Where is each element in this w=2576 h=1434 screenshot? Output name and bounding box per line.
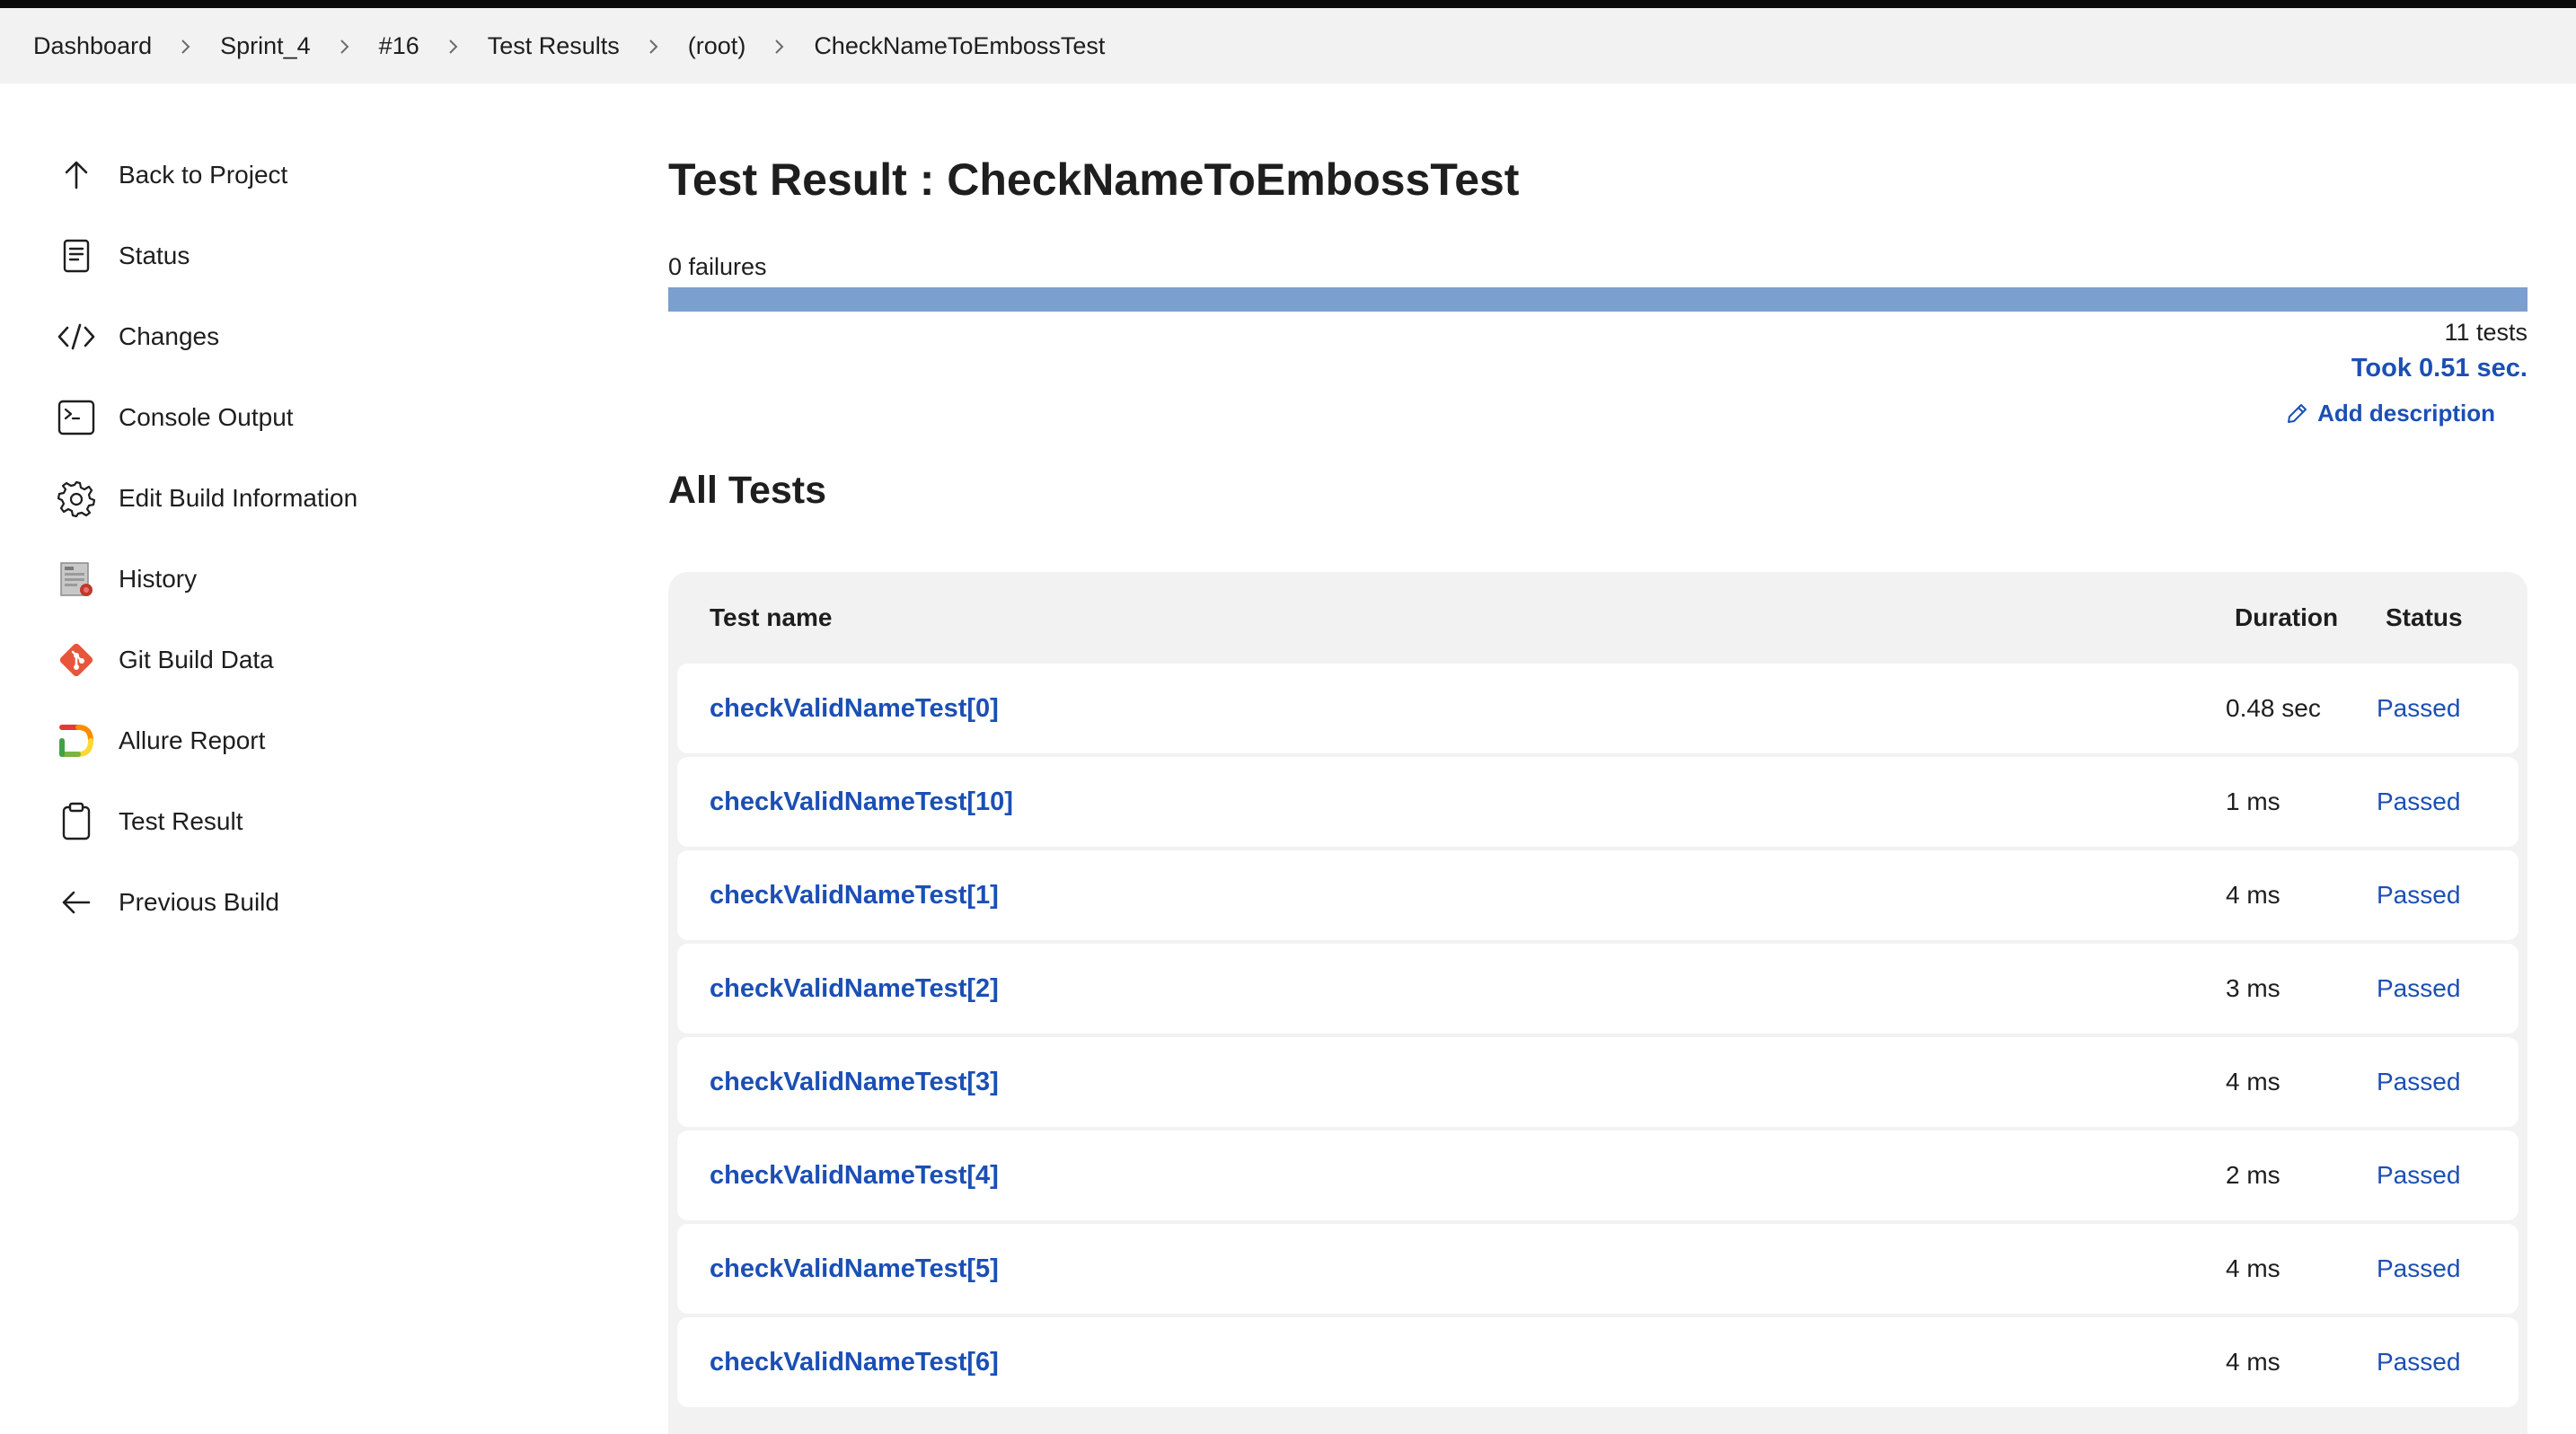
clipboard-icon xyxy=(54,799,99,844)
sidebar-item-edit-build-information[interactable]: Edit Build Information xyxy=(54,458,557,539)
sidebar-item-status[interactable]: Status xyxy=(54,216,557,296)
table-row: checkValidNameTest[4] 2 ms Passed xyxy=(677,1130,2519,1220)
test-duration: 2 ms xyxy=(2226,1161,2280,1189)
sidebar-item-back-to-project[interactable]: Back to Project xyxy=(54,135,557,216)
test-duration: 4 ms xyxy=(2226,1254,2280,1282)
test-duration: 4 ms xyxy=(2226,1348,2280,1376)
history-icon xyxy=(54,557,99,602)
table-row: checkValidNameTest[1] 4 ms Passed xyxy=(677,850,2519,940)
test-progress-bar xyxy=(668,287,2527,312)
table-header: Test name Duration Status xyxy=(668,572,2527,664)
sidebar-item-label: Console Output xyxy=(119,403,294,431)
header-test-name[interactable]: Test name xyxy=(668,603,2235,632)
sidebar-item-console-output[interactable]: Console Output xyxy=(54,377,557,458)
page-title: Test Result : CheckNameToEmbossTest xyxy=(668,154,1520,205)
table-row: checkValidNameTest[3] 4 ms Passed xyxy=(677,1037,2519,1127)
allure-icon xyxy=(54,718,99,763)
test-status-link[interactable]: Passed xyxy=(2377,1254,2519,1283)
sidebar-item-label: Edit Build Information xyxy=(119,484,358,512)
chevron-right-icon xyxy=(419,33,488,58)
breadcrumb-root[interactable]: (root) xyxy=(688,32,746,60)
test-status-link[interactable]: Passed xyxy=(2377,787,2519,816)
progress-fill-passed xyxy=(668,287,2527,312)
table-row: checkValidNameTest[6] 4 ms Passed xyxy=(677,1317,2519,1407)
test-name-link[interactable]: checkValidNameTest[6] xyxy=(677,1348,2226,1377)
duration-link[interactable]: Took 0.51 sec. xyxy=(2351,354,2527,383)
chevron-right-icon xyxy=(311,33,379,58)
git-icon xyxy=(54,638,99,682)
table-row: checkValidNameTest[0] 0.48 sec Passed xyxy=(677,664,2519,753)
terminal-icon xyxy=(54,395,99,440)
sidebar-item-label: Previous Build xyxy=(119,888,279,916)
test-name-link[interactable]: checkValidNameTest[2] xyxy=(677,974,2226,1004)
test-name-link[interactable]: checkValidNameTest[3] xyxy=(677,1068,2226,1097)
failures-count: 0 failures xyxy=(668,253,767,280)
test-status-link[interactable]: Passed xyxy=(2377,1348,2519,1377)
header-status[interactable]: Status xyxy=(2386,603,2527,632)
arrow-left-icon xyxy=(54,880,99,925)
test-name-link[interactable]: checkValidNameTest[5] xyxy=(677,1254,2226,1284)
sidebar-item-history[interactable]: History xyxy=(54,539,557,620)
sidebar-item-changes[interactable]: Changes xyxy=(54,296,557,377)
sidebar-item-test-result[interactable]: Test Result xyxy=(54,781,557,862)
sidebar-item-label: Status xyxy=(119,242,190,269)
sidebar-item-label: Test Result xyxy=(119,807,243,835)
sidebar-item-git-build-data[interactable]: Git Build Data xyxy=(54,620,557,700)
test-duration: 4 ms xyxy=(2226,881,2280,909)
sidebar-item-label: Changes xyxy=(119,322,220,350)
test-duration: 1 ms xyxy=(2226,787,2280,815)
test-status-link[interactable]: Passed xyxy=(2377,881,2519,910)
test-name-link[interactable]: checkValidNameTest[10] xyxy=(677,787,2226,817)
test-status-link[interactable]: Passed xyxy=(2377,694,2519,723)
sidebar-item-label: Allure Report xyxy=(119,726,266,754)
section-title: All Tests xyxy=(668,469,827,512)
breadcrumb-build[interactable]: #16 xyxy=(379,32,419,60)
sidebar-item-label: Back to Project xyxy=(119,161,288,189)
sidebar-item-allure-report[interactable]: Allure Report xyxy=(54,700,557,781)
test-status-link[interactable]: Passed xyxy=(2377,1161,2519,1190)
test-duration: 3 ms xyxy=(2226,974,2280,1002)
header-duration[interactable]: Duration xyxy=(2235,603,2386,632)
chevron-right-icon xyxy=(620,33,688,58)
chevron-right-icon xyxy=(745,33,814,58)
breadcrumb-test-results[interactable]: Test Results xyxy=(488,32,620,60)
pencil-icon xyxy=(2288,403,2307,423)
add-description-button[interactable]: Add description xyxy=(2285,400,2495,427)
test-name-link[interactable]: checkValidNameTest[1] xyxy=(677,881,2226,911)
document-icon xyxy=(54,233,99,278)
table-row: checkValidNameTest[10] 1 ms Passed xyxy=(677,757,2519,847)
sidebar: Back to Project Status Changes Console O… xyxy=(54,135,557,943)
window-top-bar xyxy=(0,0,2576,8)
breadcrumb: Dashboard Sprint_4 #16 Test Results (roo… xyxy=(0,8,2576,84)
test-duration: 0.48 sec xyxy=(2226,694,2321,722)
breadcrumb-sprint[interactable]: Sprint_4 xyxy=(220,32,311,60)
sidebar-item-label: Git Build Data xyxy=(119,646,274,673)
breadcrumb-dashboard[interactable]: Dashboard xyxy=(33,32,152,60)
code-icon xyxy=(54,314,99,359)
test-name-link[interactable]: checkValidNameTest[4] xyxy=(677,1161,2226,1191)
arrow-up-icon xyxy=(54,153,99,198)
breadcrumb-current[interactable]: CheckNameToEmbossTest xyxy=(814,32,1105,60)
test-status-link[interactable]: Passed xyxy=(2377,974,2519,1003)
sidebar-item-label: History xyxy=(119,565,198,593)
test-status-link[interactable]: Passed xyxy=(2377,1068,2519,1096)
test-duration: 4 ms xyxy=(2226,1068,2280,1095)
tests-count: 11 tests xyxy=(2444,319,2527,346)
table-row: checkValidNameTest[2] 3 ms Passed xyxy=(677,944,2519,1034)
tests-table: Test name Duration Status checkValidName… xyxy=(668,572,2527,1434)
table-row: checkValidNameTest[5] 4 ms Passed xyxy=(677,1224,2519,1314)
test-name-link[interactable]: checkValidNameTest[0] xyxy=(677,694,2226,724)
main-content: Test Result : CheckNameToEmbossTest 0 fa… xyxy=(668,135,2527,1434)
sidebar-item-previous-build[interactable]: Previous Build xyxy=(54,862,557,943)
add-description-label: Add description xyxy=(2317,400,2495,427)
gear-icon xyxy=(54,476,99,521)
chevron-right-icon xyxy=(152,33,220,58)
